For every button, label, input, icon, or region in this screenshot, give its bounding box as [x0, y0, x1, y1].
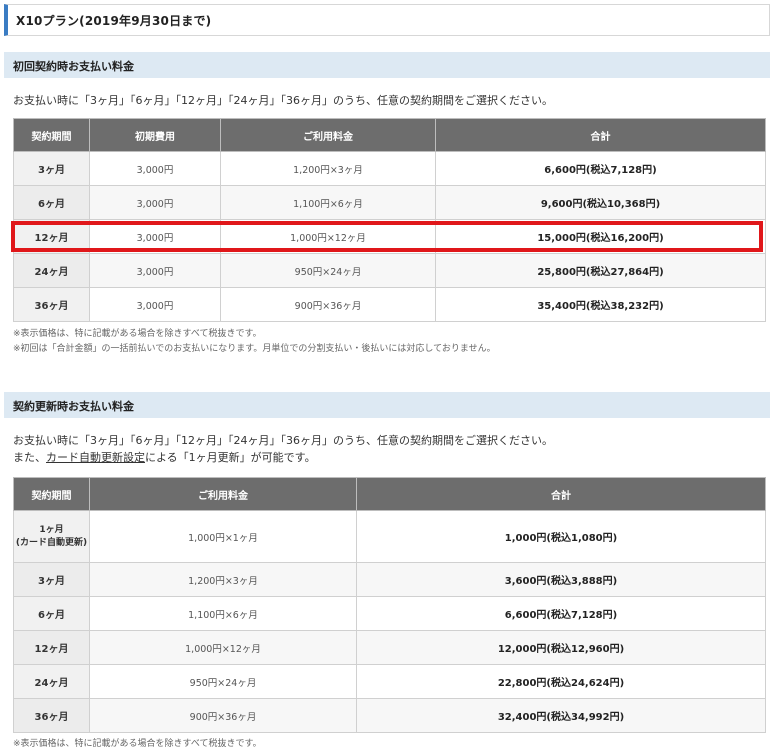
initial-intro: お支払い時に「3ヶ月」「6ヶ月」「12ヶ月」「24ヶ月」「36ヶ月」のうち、任意…	[13, 94, 553, 107]
table-row: 24ヶ月 950円×24ヶ月 22,800円(税込24,624円)	[13, 664, 766, 699]
setup-cell: 3,000円	[89, 185, 221, 220]
table-row: 24ヶ月 3,000円 950円×24ヶ月 25,800円(税込27,864円)	[13, 253, 766, 288]
table-row: 36ヶ月 3,000円 900円×36ヶ月 35,400円(税込38,232円)	[13, 287, 766, 322]
total-cell: 22,800円(税込24,624円)	[356, 664, 766, 699]
column-header-fee: ご利用料金	[89, 477, 357, 511]
note-prepay: ※初回は「合計金額」の一括前払いでのお支払いになります。月単位での分割支払い・後…	[13, 344, 496, 354]
note-tax: ※表示価格は、特に記載がある場合を除きすべて税抜きです。	[13, 329, 262, 339]
intro-prefix: また、	[13, 451, 46, 464]
period-cell: 3ヶ月	[13, 562, 90, 597]
period-cell: 6ヶ月	[13, 185, 90, 220]
period-cell: 12ヶ月	[13, 219, 90, 254]
period-cell: 36ヶ月	[13, 287, 90, 322]
card-auto-renew-link[interactable]: カード自動更新設定	[46, 451, 145, 464]
setup-cell: 3,000円	[89, 219, 221, 254]
plan-title-bar: X10プラン(2019年9月30日まで)	[4, 4, 770, 36]
period-cell: 1ヶ月 (カード自動更新)	[13, 510, 90, 563]
table-row: 3ヶ月 3,000円 1,200円×3ヶ月 6,600円(税込7,128円)	[13, 151, 766, 186]
initial-price-table: 契約期間 初期費用 ご利用料金 合計 3ヶ月 3,000円 1,200円×3ヶ月…	[13, 118, 766, 322]
fee-cell: 1,000円×12ヶ月	[220, 219, 436, 254]
fee-cell: 900円×36ヶ月	[220, 287, 436, 322]
total-cell: 35,400円(税込38,232円)	[435, 287, 766, 322]
column-header-total: 合計	[356, 477, 766, 511]
period-cell: 36ヶ月	[13, 698, 90, 733]
total-cell: 12,000円(税込12,960円)	[356, 630, 766, 665]
table-row: 6ヶ月 3,000円 1,100円×6ヶ月 9,600円(税込10,368円)	[13, 185, 766, 220]
renewal-price-table: 契約期間 ご利用料金 合計 1ヶ月 (カード自動更新) 1,000円×1ヶ月 1…	[13, 477, 766, 733]
period-cell: 3ヶ月	[13, 151, 90, 186]
total-cell: 9,600円(税込10,368円)	[435, 185, 766, 220]
table-row-highlighted: 12ヶ月 3,000円 1,000円×12ヶ月 15,000円(税込16,200…	[13, 219, 766, 254]
column-header-period: 契約期間	[13, 477, 90, 511]
renewal-note: ※表示価格は、特に記載がある場合を除きすべて税抜きです。	[13, 739, 262, 749]
fee-cell: 900円×36ヶ月	[89, 698, 357, 733]
renewal-intro: お支払い時に「3ヶ月」「6ヶ月」「12ヶ月」「24ヶ月」「36ヶ月」のうち、任意…	[13, 432, 553, 466]
plan-title: X10プラン(2019年9月30日まで)	[16, 14, 212, 28]
setup-cell: 3,000円	[89, 253, 221, 288]
intro-suffix: による「1ヶ月更新」が可能です。	[145, 451, 316, 464]
table-header-row: 契約期間 初期費用 ご利用料金 合計	[13, 118, 766, 152]
initial-heading-text: 初回契約時お支払い料金	[13, 60, 134, 73]
column-header-fee: ご利用料金	[220, 118, 436, 152]
period-cell: 24ヶ月	[13, 253, 90, 288]
period-cell: 6ヶ月	[13, 596, 90, 631]
total-cell: 25,800円(税込27,864円)	[435, 253, 766, 288]
period-cell: 24ヶ月	[13, 664, 90, 699]
total-cell: 6,600円(税込7,128円)	[356, 596, 766, 631]
table-row: 12ヶ月 1,000円×12ヶ月 12,000円(税込12,960円)	[13, 630, 766, 665]
period-cell: 12ヶ月	[13, 630, 90, 665]
renewal-intro-line1: お支払い時に「3ヶ月」「6ヶ月」「12ヶ月」「24ヶ月」「36ヶ月」のうち、任意…	[13, 434, 553, 447]
renewal-intro-line2: また、カード自動更新設定による「1ヶ月更新」が可能です。	[13, 449, 553, 466]
total-cell: 6,600円(税込7,128円)	[435, 151, 766, 186]
column-header-setup: 初期費用	[89, 118, 221, 152]
initial-notes: ※表示価格は、特に記載がある場合を除きすべて税抜きです。 ※初回は「合計金額」の…	[13, 327, 496, 357]
total-cell: 32,400円(税込34,992円)	[356, 698, 766, 733]
fee-cell: 1,200円×3ヶ月	[89, 562, 357, 597]
fee-cell: 1,100円×6ヶ月	[89, 596, 357, 631]
total-cell: 15,000円(税込16,200円)	[435, 219, 766, 254]
table-row: 1ヶ月 (カード自動更新) 1,000円×1ヶ月 1,000円(税込1,080円…	[13, 510, 766, 563]
table-row: 6ヶ月 1,100円×6ヶ月 6,600円(税込7,128円)	[13, 596, 766, 631]
table-row: 36ヶ月 900円×36ヶ月 32,400円(税込34,992円)	[13, 698, 766, 733]
setup-cell: 3,000円	[89, 151, 221, 186]
table-header-row: 契約期間 ご利用料金 合計	[13, 477, 766, 511]
setup-cell: 3,000円	[89, 287, 221, 322]
fee-cell: 1,000円×1ヶ月	[89, 510, 357, 563]
column-header-total: 合計	[435, 118, 766, 152]
fee-cell: 1,100円×6ヶ月	[220, 185, 436, 220]
column-header-period: 契約期間	[13, 118, 90, 152]
table-row: 3ヶ月 1,200円×3ヶ月 3,600円(税込3,888円)	[13, 562, 766, 597]
initial-section-heading: 初回契約時お支払い料金	[4, 52, 770, 78]
total-cell: 1,000円(税込1,080円)	[356, 510, 766, 563]
total-cell: 3,600円(税込3,888円)	[356, 562, 766, 597]
fee-cell: 1,000円×12ヶ月	[89, 630, 357, 665]
fee-cell: 950円×24ヶ月	[89, 664, 357, 699]
renewal-heading-text: 契約更新時お支払い料金	[13, 400, 134, 413]
fee-cell: 950円×24ヶ月	[220, 253, 436, 288]
fee-cell: 1,200円×3ヶ月	[220, 151, 436, 186]
renewal-section-heading: 契約更新時お支払い料金	[4, 392, 770, 418]
